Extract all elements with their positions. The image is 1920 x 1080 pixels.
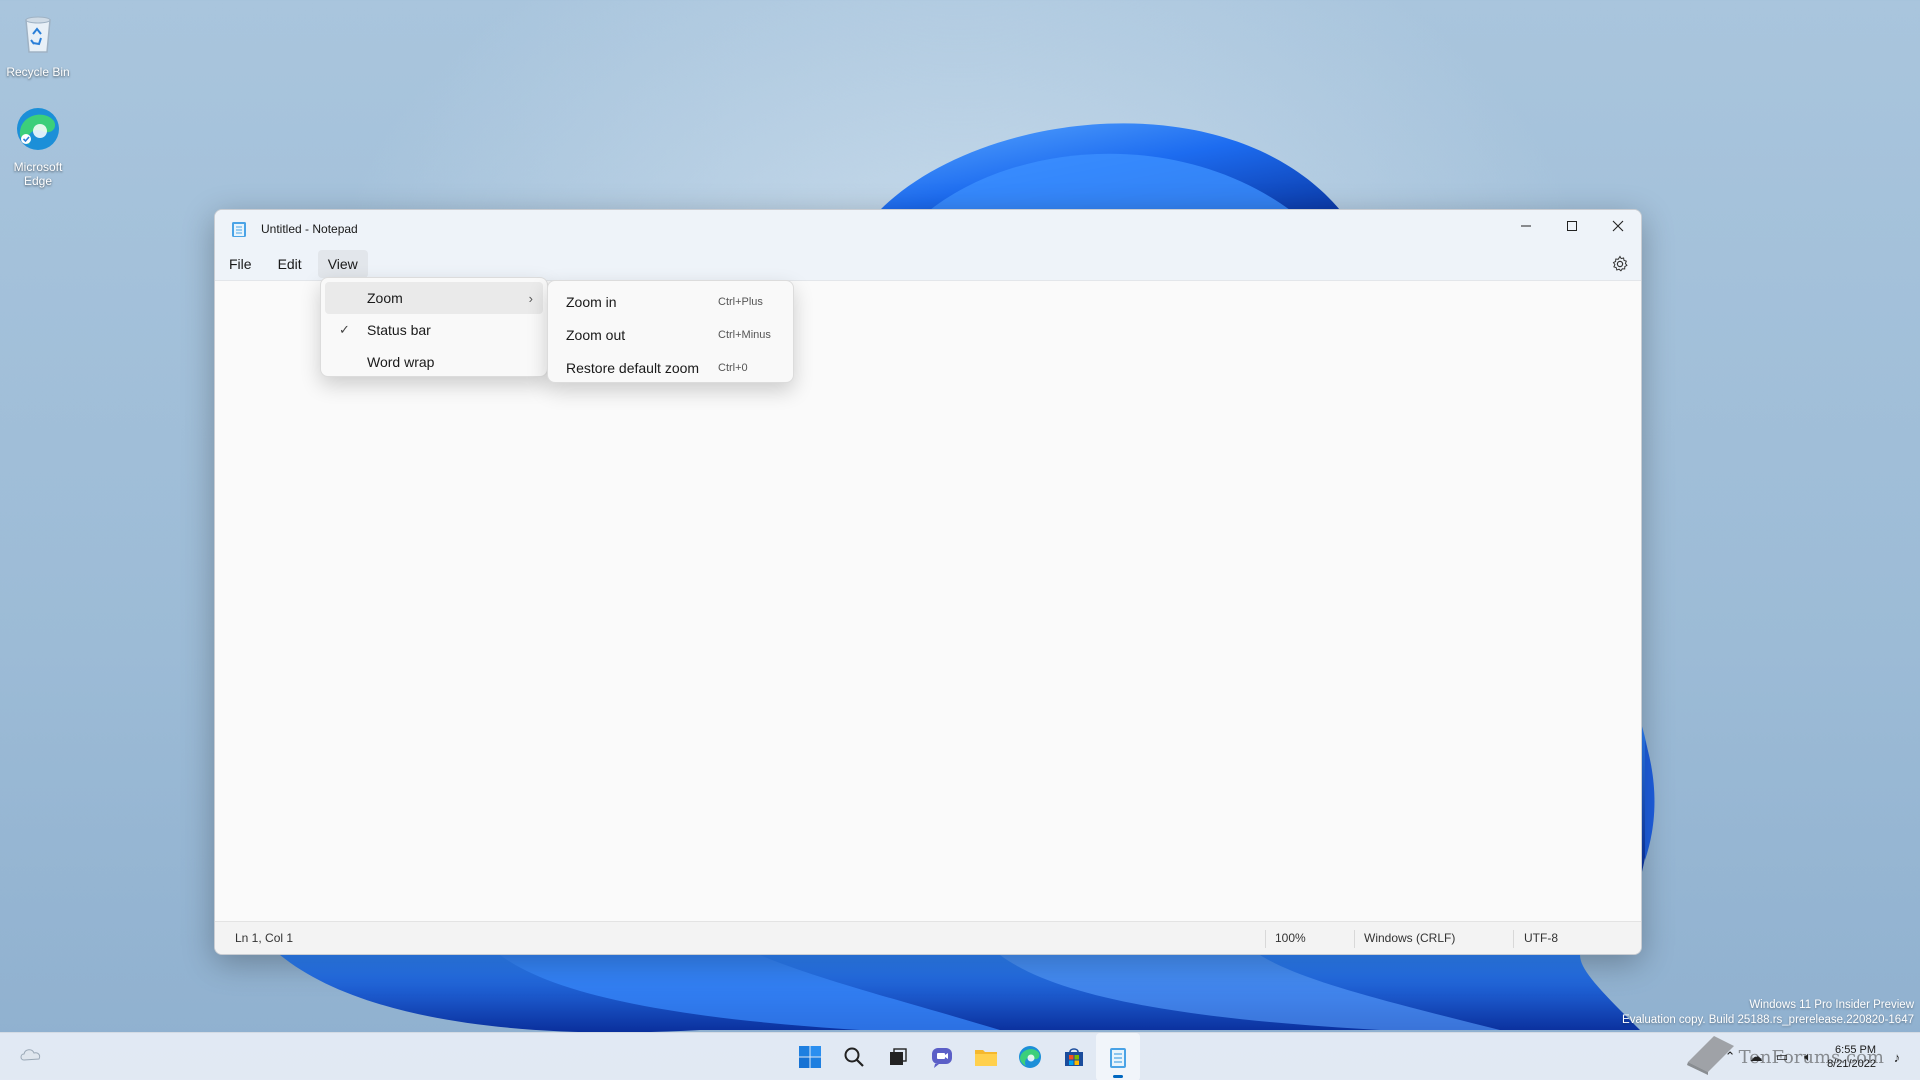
minimize-icon [1521, 225, 1531, 227]
windows-logo-icon [799, 1046, 821, 1068]
cursor-position: Ln 1, Col 1 [235, 931, 294, 945]
zoom-level: 100% [1275, 931, 1306, 945]
watermark-line: Evaluation copy. Build 25188.rs_prerelea… [1622, 1014, 1914, 1026]
zoom-submenu: Zoom in Ctrl+Plus Zoom out Ctrl+Minus Re… [547, 280, 794, 383]
menu-item-status-bar[interactable]: ✓ Status bar [325, 314, 543, 346]
status-divider [1354, 930, 1355, 948]
menu-item-label: Zoom [367, 290, 403, 306]
chevron-right-icon: › [528, 290, 533, 306]
close-icon [1612, 220, 1624, 232]
menu-item-restore-zoom[interactable]: Restore default zoom Ctrl+0 [552, 351, 789, 384]
view-menu-dropdown: Zoom › ✓ Status bar Word wrap [320, 277, 548, 377]
menu-item-label: Restore default zoom [566, 359, 700, 376]
desktop-icon-label: Recycle Bin [6, 65, 70, 79]
maximize-button[interactable] [1549, 210, 1595, 242]
menu-edit[interactable]: Edit [268, 250, 312, 278]
shortcut-hint: Ctrl+0 [718, 361, 748, 374]
encoding: UTF-8 [1524, 931, 1558, 945]
settings-gear-icon[interactable] [1611, 255, 1629, 273]
notification-bell-icon[interactable]: ♪ [1884, 1045, 1910, 1069]
menu-item-zoom-out[interactable]: Zoom out Ctrl+Minus [552, 318, 789, 351]
menu-item-word-wrap[interactable]: Word wrap [325, 346, 543, 378]
chat-button[interactable] [920, 1033, 964, 1080]
edge-taskbar-button[interactable] [1008, 1033, 1052, 1080]
shortcut-hint: Ctrl+Plus [718, 295, 763, 308]
desktop-icon-recycle-bin[interactable]: Recycle Bin [4, 10, 72, 79]
window-title: Untitled - Notepad [261, 221, 358, 236]
menu-file[interactable]: File [219, 250, 262, 278]
store-icon [1065, 1048, 1083, 1066]
menu-view[interactable]: View [317, 249, 368, 278]
edge-icon [17, 108, 59, 150]
store-button[interactable] [1052, 1033, 1096, 1080]
weather-cloud-icon[interactable] [18, 1045, 44, 1063]
clock-time: 6:55 PM [1835, 1044, 1876, 1056]
menu-item-zoom[interactable]: Zoom › [325, 282, 543, 314]
chevron-up-icon[interactable]: ⌃ [1717, 1045, 1743, 1069]
system-tray: ⌃ ☁ ▭ 🔈︎ 6:55 PM 8/21/2022 ♪ [1717, 1033, 1910, 1080]
desktop-icon-label: Microsoft Edge [13, 160, 63, 188]
desktop-icon-edge[interactable]: Microsoft Edge [4, 105, 72, 188]
close-button[interactable] [1595, 210, 1641, 242]
line-ending: Windows (CRLF) [1364, 931, 1456, 945]
status-divider [1265, 930, 1266, 948]
evaluation-watermark: Windows 11 Pro Insider Preview Evaluatio… [1622, 998, 1914, 1028]
menu-bar: File Edit View [215, 247, 1641, 281]
network-icon[interactable]: ▭ [1769, 1045, 1795, 1069]
title-bar[interactable]: Untitled - Notepad [215, 210, 1641, 247]
notepad-icon [1110, 1048, 1126, 1068]
folder-icon [975, 1050, 997, 1066]
chat-icon [932, 1048, 952, 1068]
checkmark-icon: ✓ [339, 322, 350, 337]
menu-item-label: Zoom in [566, 293, 617, 310]
minimize-button[interactable] [1503, 210, 1549, 242]
edge-icon [1019, 1046, 1041, 1068]
search-button[interactable] [832, 1033, 876, 1080]
notepad-app-icon [232, 221, 246, 237]
task-view-icon [890, 1048, 907, 1065]
menu-item-label: Word wrap [367, 354, 435, 370]
watermark-line: Windows 11 Pro Insider Preview [1749, 999, 1914, 1011]
clock[interactable]: 6:55 PM 8/21/2022 [1827, 1043, 1876, 1071]
onedrive-cloud-icon[interactable]: ☁ [1743, 1045, 1769, 1069]
volume-icon[interactable]: 🔈︎ [1795, 1045, 1821, 1069]
task-view-button[interactable] [876, 1033, 920, 1080]
recycle-bin-icon [25, 16, 51, 53]
clock-date: 8/21/2022 [1827, 1058, 1876, 1070]
file-explorer-button[interactable] [964, 1033, 1008, 1080]
shortcut-hint: Ctrl+Minus [718, 328, 771, 341]
taskbar: TenForums.com ⌃ ☁ ▭ 🔈︎ 6:55 PM 8/21/2022… [0, 1032, 1920, 1080]
status-bar: Ln 1, Col 1 100% Windows (CRLF) UTF-8 [215, 921, 1641, 954]
menu-item-label: Status bar [367, 322, 431, 338]
status-divider [1513, 930, 1514, 948]
maximize-icon [1567, 221, 1577, 231]
menu-item-label: Zoom out [566, 326, 626, 343]
start-button[interactable] [788, 1033, 832, 1080]
search-icon [844, 1047, 864, 1067]
notepad-taskbar-button[interactable] [1096, 1033, 1140, 1080]
menu-item-zoom-in[interactable]: Zoom in Ctrl+Plus [552, 285, 789, 318]
